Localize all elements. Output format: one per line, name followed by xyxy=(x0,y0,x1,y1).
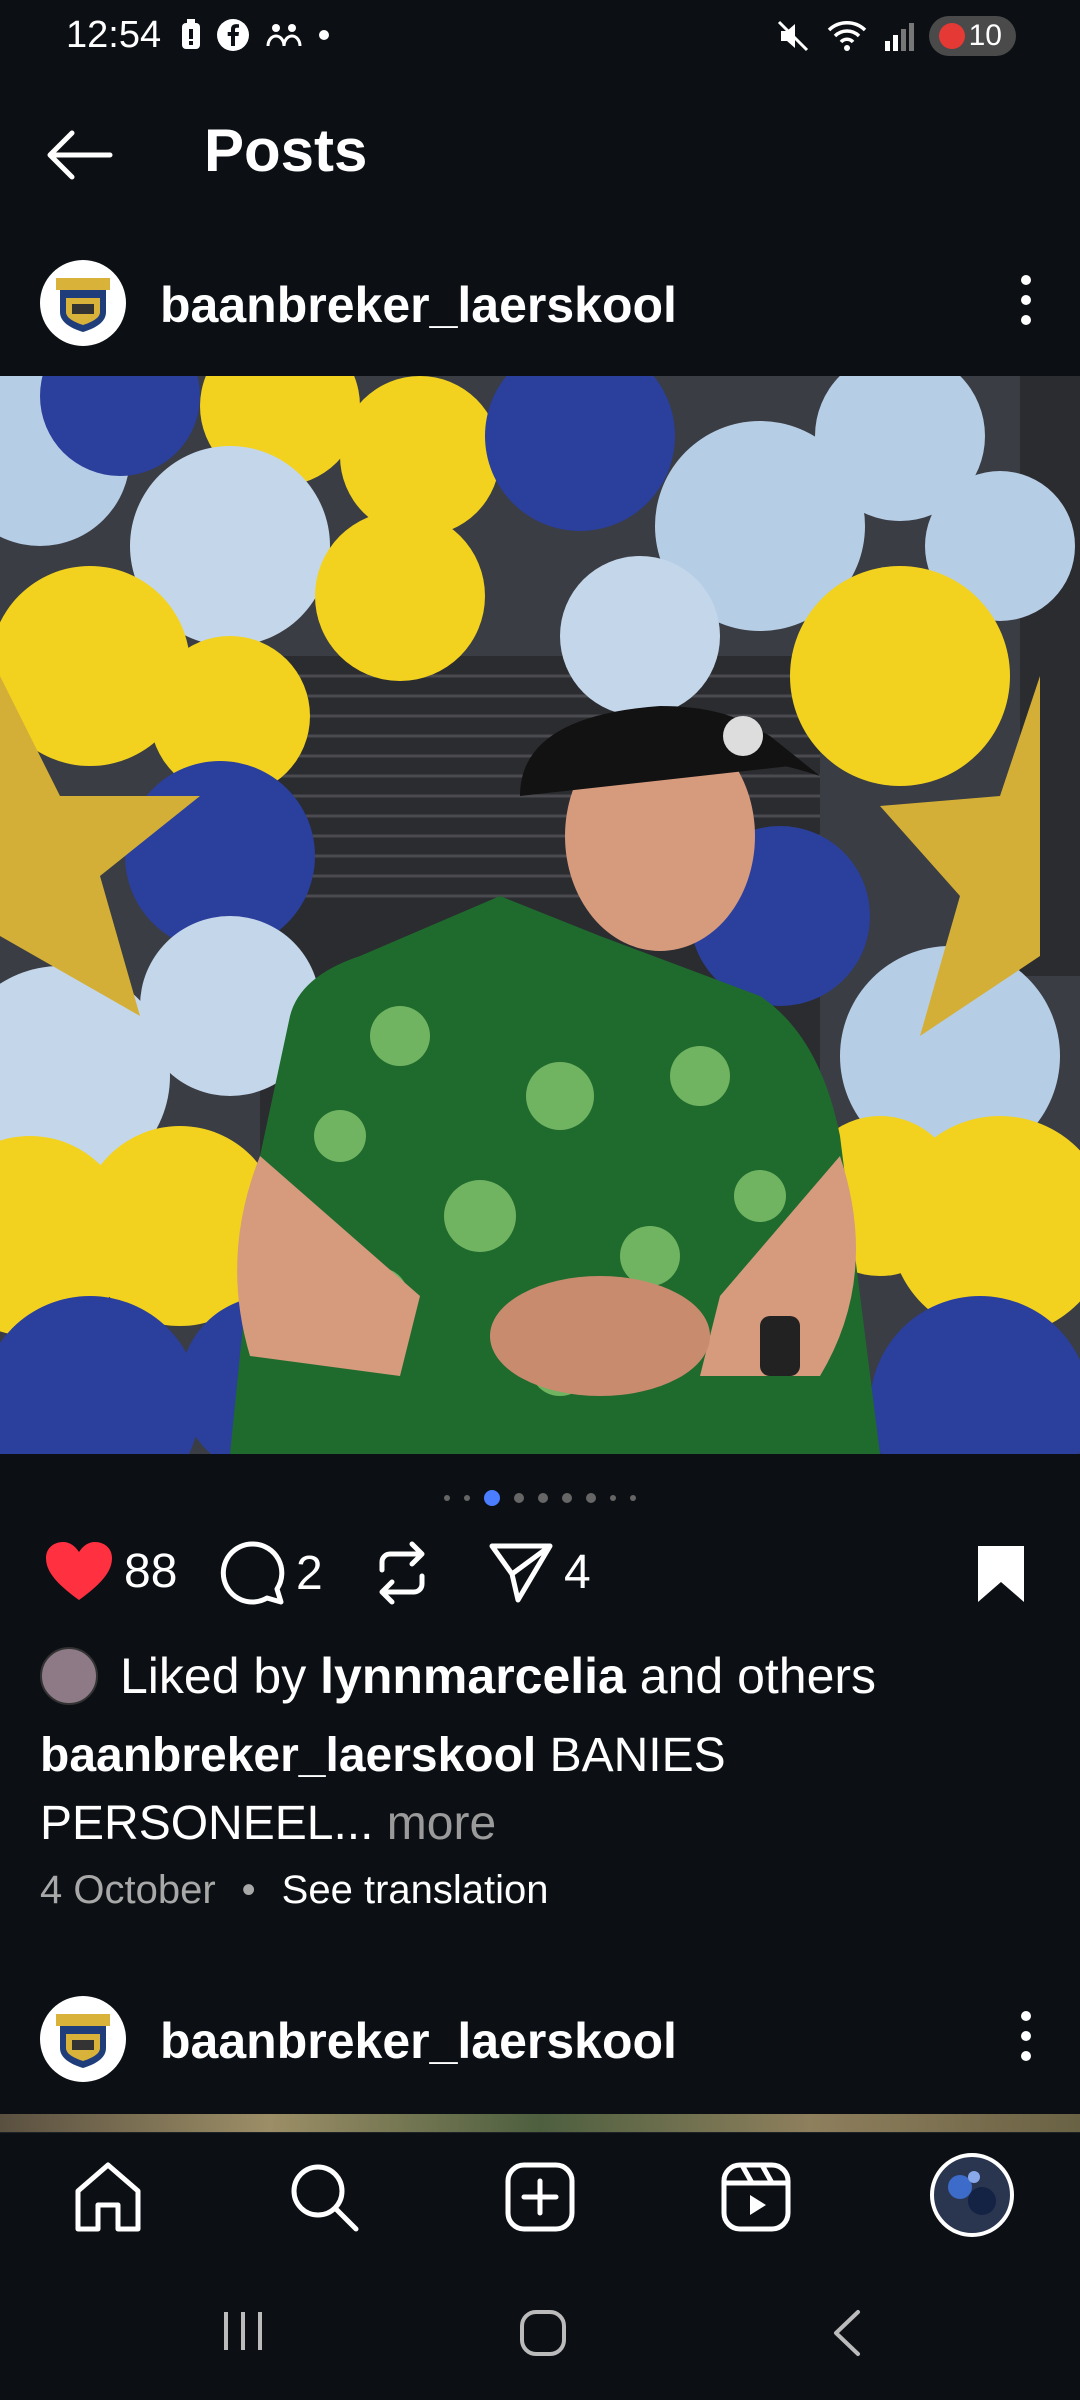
next-post-header: baanbreker_laerskool xyxy=(0,1980,1080,2100)
comment-button[interactable]: 2 xyxy=(220,1540,323,1606)
mute-icon xyxy=(777,20,808,52)
avatar[interactable] xyxy=(40,260,126,346)
post-date: 4 October xyxy=(40,1868,216,1912)
search-icon[interactable] xyxy=(286,2159,362,2235)
repost-icon xyxy=(379,1541,425,1605)
carousel-dot-active xyxy=(484,1490,500,1506)
system-back-icon[interactable] xyxy=(826,2308,866,2358)
post-header: baanbreker_laerskool xyxy=(0,244,1080,364)
people-icon xyxy=(266,24,302,47)
more-vertical-icon[interactable] xyxy=(1008,2004,1044,2068)
liked-by-suffix: and others xyxy=(639,1648,877,1704)
carousel-dot xyxy=(610,1495,616,1501)
post-actions: 88 2 4 xyxy=(0,1540,1080,1620)
caption-more-link[interactable]: more xyxy=(387,1797,496,1850)
system-navigation-bar xyxy=(0,2268,1080,2400)
next-post-image-peek xyxy=(0,2114,1080,2132)
post-image[interactable] xyxy=(0,376,1080,1454)
see-translation-link[interactable]: See translation xyxy=(282,1868,549,1913)
home-icon[interactable] xyxy=(70,2159,146,2235)
battery-indicator: 10 xyxy=(928,16,1016,56)
liked-by-avatar xyxy=(40,1647,98,1705)
profile-avatar[interactable] xyxy=(930,2153,1014,2237)
repost-button[interactable] xyxy=(372,1540,432,1606)
next-post-username[interactable]: baanbreker_laerskool xyxy=(160,2012,677,2070)
meta-separator: • xyxy=(241,1868,256,1912)
school-crest-icon xyxy=(56,278,110,332)
post-caption: baanbreker_laerskool BANIES PERSONEEL...… xyxy=(40,1722,1040,1858)
like-count: 88 xyxy=(124,1544,178,1598)
caption-ellipsis: ... xyxy=(333,1797,374,1850)
page-header: Posts xyxy=(0,100,1080,210)
liked-by[interactable]: Liked by lynnmarcelia and others xyxy=(40,1644,876,1708)
status-time: 12:54 xyxy=(66,14,162,56)
battery-level: 10 xyxy=(968,19,1002,52)
carousel-dot xyxy=(586,1493,596,1503)
profile-avatar-image xyxy=(948,2171,996,2215)
carousel-dot xyxy=(444,1495,450,1501)
send-icon xyxy=(489,1543,553,1603)
comment-icon xyxy=(220,1541,285,1605)
back-arrow-icon[interactable] xyxy=(44,128,114,182)
battery-low-icon xyxy=(938,23,965,49)
dot-icon xyxy=(319,30,329,40)
share-count: 4 xyxy=(564,1545,591,1599)
liked-by-prefix: Liked by xyxy=(120,1648,307,1704)
home-button-icon[interactable] xyxy=(518,2308,568,2358)
heart-icon xyxy=(46,1542,112,1600)
liked-by-user[interactable]: lynnmarcelia xyxy=(320,1647,626,1705)
share-button[interactable]: 4 xyxy=(488,1540,591,1604)
wifi-icon xyxy=(827,21,866,51)
reels-icon[interactable] xyxy=(718,2159,794,2235)
carousel-dot xyxy=(514,1493,524,1503)
battery-saver-icon xyxy=(182,19,200,49)
carousel-dot xyxy=(464,1495,470,1501)
create-icon[interactable] xyxy=(502,2159,578,2235)
post-meta: 4 October • See translation xyxy=(40,1868,549,1913)
facebook-icon xyxy=(217,19,249,51)
status-notification-icons xyxy=(180,18,330,52)
bottom-navigation xyxy=(0,2132,1080,2268)
status-system-icons: 10 xyxy=(775,16,1016,56)
comment-count: 2 xyxy=(296,1546,323,1600)
recent-apps-icon[interactable] xyxy=(218,2308,268,2354)
carousel-dot xyxy=(630,1495,636,1501)
page-title: Posts xyxy=(204,117,368,184)
status-bar: 12:54 10 xyxy=(0,0,1080,80)
more-vertical-icon[interactable] xyxy=(1008,268,1044,332)
caption-username[interactable]: baanbreker_laerskool xyxy=(40,1729,536,1782)
carousel-dot xyxy=(562,1493,572,1503)
carousel-indicator xyxy=(0,1486,1080,1510)
avatar[interactable] xyxy=(40,1996,126,2082)
like-button[interactable]: 88 xyxy=(44,1540,177,1602)
school-crest-icon xyxy=(56,2014,110,2068)
post-username[interactable]: baanbreker_laerskool xyxy=(160,276,677,334)
signal-icon xyxy=(884,23,914,51)
post-photo xyxy=(0,376,1080,1454)
bookmark-icon[interactable] xyxy=(974,1544,1028,1604)
carousel-dot xyxy=(538,1493,548,1503)
